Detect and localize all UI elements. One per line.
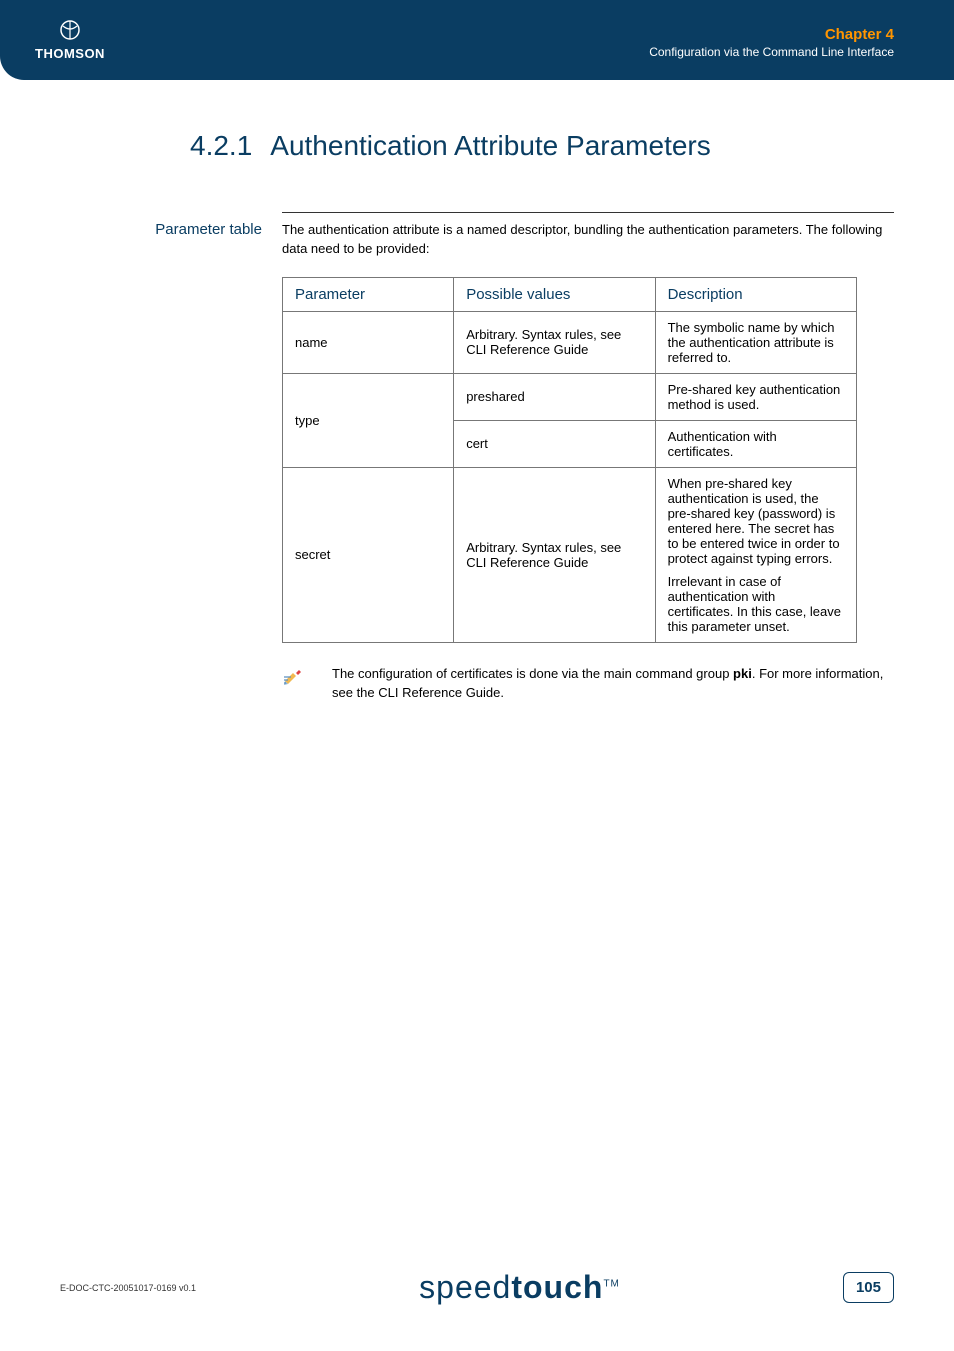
th-parameter: Parameter bbox=[283, 277, 454, 311]
doc-id: E-DOC-CTC-20051017-0169 v0.1 bbox=[60, 1283, 196, 1293]
cell-desc: Authentication with certificates. bbox=[655, 420, 856, 467]
section-rule bbox=[282, 212, 894, 213]
note-prefix: The configuration of certificates is don… bbox=[332, 666, 733, 681]
cell-param: type bbox=[283, 373, 454, 467]
intro-text: The authentication attribute is a named … bbox=[282, 221, 894, 259]
note-bold: pki bbox=[733, 666, 752, 681]
section-number: 4.2.1 bbox=[190, 130, 252, 161]
section-heading-text: Authentication Attribute Parameters bbox=[270, 130, 710, 161]
note-icon bbox=[282, 665, 332, 692]
brand-light: speed bbox=[419, 1269, 511, 1305]
thomson-logo: THOMSON bbox=[35, 20, 105, 63]
table-row: secret Arbitrary. Syntax rules, see CLI … bbox=[283, 467, 857, 642]
side-label: Parameter table bbox=[60, 221, 282, 238]
cell-desc: When pre-shared key authentication is us… bbox=[655, 467, 856, 642]
cell-desc-p2: Irrelevant in case of authentication wit… bbox=[668, 574, 844, 634]
cell-param: secret bbox=[283, 467, 454, 642]
cell-values: Arbitrary. Syntax rules, see CLI Referen… bbox=[454, 311, 655, 373]
thomson-logo-icon bbox=[35, 20, 105, 45]
page-content: 4.2.1 Authentication Attribute Parameters… bbox=[0, 80, 954, 702]
intro-row: Parameter table The authentication attri… bbox=[60, 221, 894, 259]
cell-desc-p1: When pre-shared key authentication is us… bbox=[668, 476, 844, 566]
cell-values: preshared bbox=[454, 373, 655, 420]
table-head-row: Parameter Possible values Description bbox=[283, 277, 857, 311]
table-row: name Arbitrary. Syntax rules, see CLI Re… bbox=[283, 311, 857, 373]
brand-tm: TM bbox=[603, 1278, 619, 1289]
page-number: 105 bbox=[843, 1272, 894, 1303]
parameter-table: Parameter Possible values Description na… bbox=[282, 277, 857, 643]
th-values: Possible values bbox=[454, 277, 655, 311]
cell-values: cert bbox=[454, 420, 655, 467]
note-text: The configuration of certificates is don… bbox=[332, 665, 894, 703]
brand-bold: touch bbox=[511, 1269, 603, 1305]
cell-desc: Pre-shared key authentication method is … bbox=[655, 373, 856, 420]
speedtouch-brand: speedtouchTM bbox=[419, 1269, 620, 1306]
page-footer: E-DOC-CTC-20051017-0169 v0.1 speedtouchT… bbox=[0, 1269, 954, 1306]
chapter-label: Chapter 4 bbox=[649, 26, 894, 43]
cell-values: Arbitrary. Syntax rules, see CLI Referen… bbox=[454, 467, 655, 642]
section-title: 4.2.1 Authentication Attribute Parameters bbox=[190, 130, 894, 162]
note-row: The configuration of certificates is don… bbox=[282, 665, 894, 703]
chapter-subtitle: Configuration via the Command Line Inter… bbox=[649, 45, 894, 59]
thomson-logo-text: THOMSON bbox=[35, 46, 105, 61]
cell-param: name bbox=[283, 311, 454, 373]
cell-desc: The symbolic name by which the authentic… bbox=[655, 311, 856, 373]
header-right: Chapter 4 Configuration via the Command … bbox=[649, 26, 894, 59]
table-row: type preshared Pre-shared key authentica… bbox=[283, 373, 857, 420]
th-description: Description bbox=[655, 277, 856, 311]
header-bar: THOMSON Chapter 4 Configuration via the … bbox=[0, 0, 954, 80]
